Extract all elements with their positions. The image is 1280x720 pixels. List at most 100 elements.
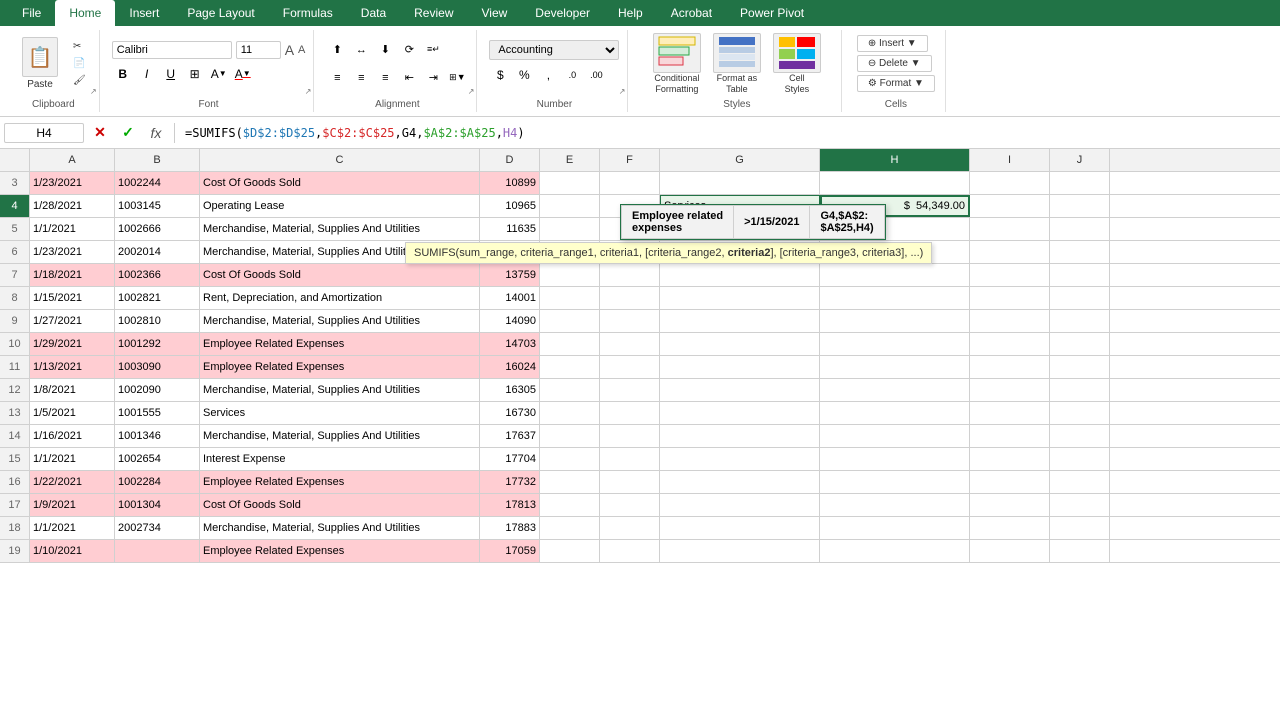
cell-h9[interactable] — [820, 310, 970, 332]
col-header-c[interactable]: C — [200, 149, 480, 171]
cancel-formula-button[interactable]: ✕ — [88, 121, 112, 145]
decrease-decimal-button[interactable]: .0 — [561, 64, 583, 86]
cell-d18[interactable]: 17883 — [480, 517, 540, 539]
cell-h12[interactable] — [820, 379, 970, 401]
cell-c9[interactable]: Merchandise, Material, Supplies And Util… — [200, 310, 480, 332]
cell-h10[interactable] — [820, 333, 970, 355]
clipboard-expand[interactable]: ↗ — [90, 87, 97, 96]
cell-b19[interactable] — [115, 540, 200, 562]
alignment-expand[interactable]: ↗ — [468, 87, 475, 96]
cell-j10[interactable] — [1050, 333, 1110, 355]
cell-c5[interactable]: Merchandise, Material, Supplies And Util… — [200, 218, 480, 240]
cell-a9[interactable]: 1/27/2021 — [30, 310, 115, 332]
cell-d14[interactable]: 17637 — [480, 425, 540, 447]
cell-d17[interactable]: 17813 — [480, 494, 540, 516]
cell-j3[interactable] — [1050, 172, 1110, 194]
cell-a8[interactable]: 1/15/2021 — [30, 287, 115, 309]
cell-b12[interactable]: 1002090 — [115, 379, 200, 401]
conditional-formatting-button[interactable]: ConditionalFormatting — [649, 31, 705, 97]
format-painter-button[interactable]: 🖌 — [68, 73, 91, 88]
row-num-19[interactable]: 19 — [0, 540, 30, 562]
cell-g3[interactable] — [660, 172, 820, 194]
format-as-table-button[interactable]: Format asTable — [709, 31, 765, 97]
cell-g7[interactable] — [660, 264, 820, 286]
cell-f3[interactable] — [600, 172, 660, 194]
row-num-7[interactable]: 7 — [0, 264, 30, 286]
tab-help[interactable]: Help — [604, 0, 657, 26]
cell-g19[interactable] — [660, 540, 820, 562]
cell-c10[interactable]: Employee Related Expenses — [200, 333, 480, 355]
tab-power-pivot[interactable]: Power Pivot — [726, 0, 818, 26]
cell-a11[interactable]: 1/13/2021 — [30, 356, 115, 378]
cell-j17[interactable] — [1050, 494, 1110, 516]
cell-i9[interactable] — [970, 310, 1050, 332]
row-num-5[interactable]: 5 — [0, 218, 30, 240]
cell-a15[interactable]: 1/1/2021 — [30, 448, 115, 470]
cell-i18[interactable] — [970, 517, 1050, 539]
cell-j14[interactable] — [1050, 425, 1110, 447]
col-header-f[interactable]: F — [600, 149, 660, 171]
cell-a12[interactable]: 1/8/2021 — [30, 379, 115, 401]
cell-j6[interactable] — [1050, 241, 1110, 263]
cell-b18[interactable]: 2002734 — [115, 517, 200, 539]
confirm-formula-button[interactable]: ✓ — [116, 121, 140, 145]
cell-i4[interactable] — [970, 195, 1050, 217]
cell-c8[interactable]: Rent, Depreciation, and Amortization — [200, 287, 480, 309]
row-num-10[interactable]: 10 — [0, 333, 30, 355]
cell-b5[interactable]: 1002666 — [115, 218, 200, 240]
cell-f12[interactable] — [600, 379, 660, 401]
cell-b3[interactable]: 1002244 — [115, 172, 200, 194]
cell-g14[interactable] — [660, 425, 820, 447]
cell-d15[interactable]: 17704 — [480, 448, 540, 470]
cell-j15[interactable] — [1050, 448, 1110, 470]
cell-e8[interactable] — [540, 287, 600, 309]
cell-e19[interactable] — [540, 540, 600, 562]
cell-f8[interactable] — [600, 287, 660, 309]
cell-j13[interactable] — [1050, 402, 1110, 424]
cell-i14[interactable] — [970, 425, 1050, 447]
cell-i11[interactable] — [970, 356, 1050, 378]
cell-d3[interactable]: 10899 — [480, 172, 540, 194]
cell-i15[interactable] — [970, 448, 1050, 470]
cell-a16[interactable]: 1/22/2021 — [30, 471, 115, 493]
cell-d19[interactable]: 17059 — [480, 540, 540, 562]
cell-e3[interactable] — [540, 172, 600, 194]
cell-c16[interactable]: Employee Related Expenses — [200, 471, 480, 493]
cell-i7[interactable] — [970, 264, 1050, 286]
cell-j12[interactable] — [1050, 379, 1110, 401]
tab-page-layout[interactable]: Page Layout — [173, 0, 268, 26]
italic-button[interactable]: I — [136, 63, 158, 85]
cell-a5[interactable]: 1/1/2021 — [30, 218, 115, 240]
insert-function-button[interactable]: fx — [144, 121, 168, 145]
cell-b11[interactable]: 1003090 — [115, 356, 200, 378]
cell-j7[interactable] — [1050, 264, 1110, 286]
cell-d13[interactable]: 16730 — [480, 402, 540, 424]
cell-e15[interactable] — [540, 448, 600, 470]
decrease-font-button[interactable]: A — [298, 44, 305, 56]
cell-j18[interactable] — [1050, 517, 1110, 539]
cell-h8[interactable] — [820, 287, 970, 309]
cell-c17[interactable]: Cost Of Goods Sold — [200, 494, 480, 516]
cell-b15[interactable]: 1002654 — [115, 448, 200, 470]
cell-h17[interactable] — [820, 494, 970, 516]
cell-f19[interactable] — [600, 540, 660, 562]
cell-h13[interactable] — [820, 402, 970, 424]
cell-d10[interactable]: 14703 — [480, 333, 540, 355]
cell-a4[interactable]: 1/28/2021 — [30, 195, 115, 217]
row-num-13[interactable]: 13 — [0, 402, 30, 424]
row-num-4[interactable]: 4 — [0, 195, 30, 217]
number-expand[interactable]: ↗ — [619, 87, 626, 96]
cell-d8[interactable]: 14001 — [480, 287, 540, 309]
tab-developer[interactable]: Developer — [521, 0, 604, 26]
cell-e13[interactable] — [540, 402, 600, 424]
orientation-button[interactable]: ⟳ — [398, 39, 420, 61]
cell-g12[interactable] — [660, 379, 820, 401]
cell-g18[interactable] — [660, 517, 820, 539]
row-num-9[interactable]: 9 — [0, 310, 30, 332]
copy-button[interactable]: 📄 — [68, 56, 91, 71]
cell-e18[interactable] — [540, 517, 600, 539]
cell-h15[interactable] — [820, 448, 970, 470]
cell-a18[interactable]: 1/1/2021 — [30, 517, 115, 539]
cell-j9[interactable] — [1050, 310, 1110, 332]
cell-c14[interactable]: Merchandise, Material, Supplies And Util… — [200, 425, 480, 447]
